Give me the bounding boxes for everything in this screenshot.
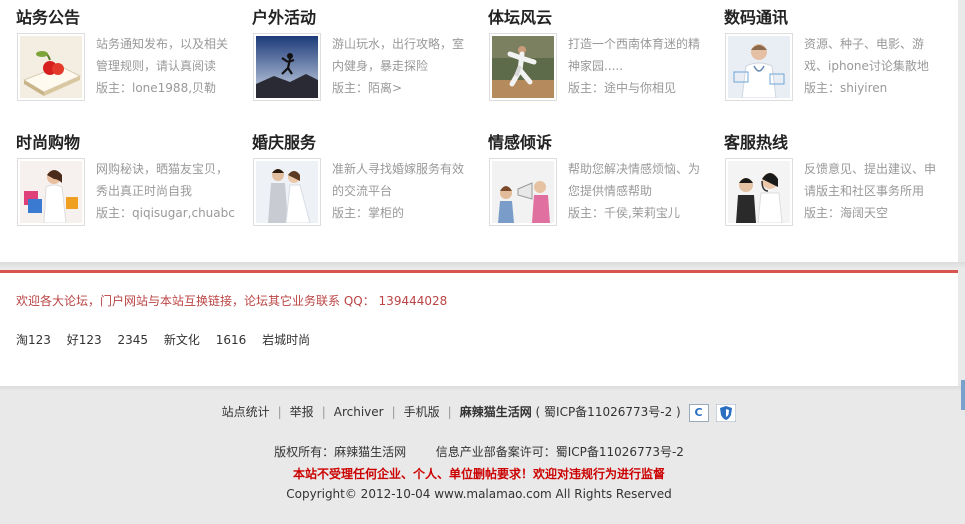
shopping-woman-icon: [20, 161, 82, 223]
desc-line: 请版主和社区事务所用: [804, 184, 925, 198]
desc-line: 帮助您解决情感烦恼、为: [568, 162, 701, 176]
megaphone-people-icon: [492, 161, 554, 223]
panel-divider: [0, 262, 965, 270]
forum-description: 反馈意见、提出建议、申 请版主和社区事务所用 版主：海阔天空: [804, 158, 944, 224]
footer-nav: 站点统计 | 举报 | Archiver | 手机版 | 麻辣猫生活网 ( 蜀ICP备11026…: [0, 403, 958, 422]
copyright-owner: 版权所有：麻辣猫生活网: [274, 445, 407, 459]
baseball-player-icon: [492, 36, 554, 98]
forum-description: 准新人寻找婚嫁服务有效 的交流平台 版主：掌柜的: [332, 158, 472, 224]
forum-item-announcements[interactable]: 站务公告 站务通知发布，以及相关 管理规则，请认真阅读 版主：lone1988,…: [0, 0, 236, 112]
footer-link-stats[interactable]: 站点统计: [222, 405, 270, 419]
separator: |: [277, 405, 282, 419]
license-info[interactable]: 信息产业部备案许可：蜀ICP备11026773号-2: [436, 445, 684, 459]
separator: |: [321, 405, 326, 419]
desc-line: 戏、iphone讨论集散地: [804, 59, 929, 73]
forum-thumbnail[interactable]: [489, 158, 557, 226]
forum-thumbnail[interactable]: [17, 158, 85, 226]
friend-link[interactable]: 2345: [117, 333, 148, 347]
forum-item-wedding[interactable]: 婚庆服务 准新人寻找婚嫁服务有效 的交流平台 版主：掌柜的: [236, 125, 472, 237]
forum-moderator[interactable]: 版主：海阔天空: [804, 202, 944, 224]
forum-moderator[interactable]: 版主：shiyiren: [804, 77, 944, 99]
footer-copyright: Copyright© 2012-10-04 www.malamao.com Al…: [286, 487, 672, 501]
footer-icp[interactable]: ( 蜀ICP备11026773号-2 ): [536, 405, 681, 419]
forum-item-sports[interactable]: 体坛风云 打造一个西南体育迷的精 神家园..... 版主：途中与你相见: [472, 0, 708, 112]
forum-moderator[interactable]: 版主：qiqisugar,chuabc: [96, 202, 236, 224]
forum-title[interactable]: 情感倾诉: [488, 129, 552, 153]
forum-title[interactable]: 体坛风云: [488, 4, 552, 28]
desc-line: 您提供情感帮助: [568, 184, 653, 198]
desc-line: 神家园.....: [568, 59, 624, 73]
desc-line: 内健身，暴走探险: [332, 59, 429, 73]
doctor-screen-icon: [728, 36, 790, 98]
forum-thumbnail[interactable]: [725, 33, 793, 101]
forum-grid-panel: 站务公告 站务通知发布，以及相关 管理规则，请认真阅读 版主：lone1988,…: [0, 0, 958, 262]
desc-line: 管理规则，请认真阅读: [96, 59, 217, 73]
forum-title[interactable]: 客服热线: [724, 129, 788, 153]
forum-thumbnail[interactable]: [489, 33, 557, 101]
wedding-couple-icon: [256, 161, 318, 223]
jumping-person-icon: [256, 36, 318, 98]
footer-link-report[interactable]: 举报: [290, 405, 314, 419]
qq-number: 139444028: [378, 294, 448, 308]
desc-line: 打造一个西南体育迷的精: [568, 37, 701, 51]
desc-line: 秀出真正时尚自我: [96, 184, 193, 198]
friend-links-list: 淘123 好123 2345 新文化 1616 岩城时尚: [16, 331, 322, 348]
cnzz-badge-icon[interactable]: C: [688, 403, 709, 422]
forum-moderator[interactable]: 版主：lone1988,贝勒: [96, 77, 236, 99]
desc-line: 资源、种子、电影、游: [804, 37, 925, 51]
desc-line: 游山玩水，出行攻略，室: [332, 37, 465, 51]
forum-description: 资源、种子、电影、游 戏、iphone讨论集散地 版主：shiyiren: [804, 33, 944, 99]
forum-item-fashion[interactable]: 时尚购物 网购秘诀，晒猫友宝贝， 秀出真正时尚自我 版主：qiqisugar,c…: [0, 125, 236, 237]
forum-thumbnail[interactable]: [253, 33, 321, 101]
panel-divider: [0, 386, 965, 392]
forum-description: 帮助您解决情感烦恼、为 您提供情感帮助 版主：千侯,茉莉宝儿: [568, 158, 708, 224]
friend-links-panel: 欢迎各大论坛，门户网站与本站互换链接，论坛其它业务联系 QQ： 13944402…: [0, 270, 958, 386]
forum-item-emotion[interactable]: 情感倾诉 帮助您解决情感烦恼、为 您提供情感帮助 版主：千侯,茉莉宝儿: [472, 125, 708, 237]
forum-moderator[interactable]: 版主：途中与你相见: [568, 77, 708, 99]
footer-link-archiver[interactable]: Archiver: [334, 405, 384, 419]
forum-title[interactable]: 时尚购物: [16, 129, 80, 153]
forum-title[interactable]: 户外活动: [252, 4, 316, 28]
forum-title[interactable]: 站务公告: [16, 4, 80, 28]
forum-title[interactable]: 婚庆服务: [252, 129, 316, 153]
desc-line: 反馈意见、提出建议、申: [804, 162, 937, 176]
footer-copyright-owner-line: 版权所有：麻辣猫生活网 信息产业部备案许可：蜀ICP备11026773号-2: [0, 443, 958, 460]
forum-moderator[interactable]: 版主：陌离>: [332, 77, 472, 99]
forum-thumbnail[interactable]: [725, 158, 793, 226]
link-exchange-notice: 欢迎各大论坛，门户网站与本站互换链接，论坛其它业务联系 QQ： 13944402…: [16, 292, 447, 309]
book-apple-icon: [20, 36, 82, 98]
footer-site-name[interactable]: 麻辣猫生活网: [460, 405, 532, 419]
notice-text: 欢迎各大论坛，门户网站与本站互换链接，论坛其它业务联系 QQ：: [16, 294, 375, 308]
desc-line: 站务通知发布，以及相关: [96, 37, 229, 51]
footer-link-mobile[interactable]: 手机版: [404, 405, 440, 419]
forum-thumbnail[interactable]: [253, 158, 321, 226]
friend-link[interactable]: 1616: [216, 333, 247, 347]
forum-description: 站务通知发布，以及相关 管理规则，请认真阅读 版主：lone1988,贝勒: [96, 33, 236, 99]
desc-line: 准新人寻找婚嫁服务有效: [332, 162, 465, 176]
desc-line: 的交流平台: [332, 184, 393, 198]
forum-description: 网购秘诀，晒猫友宝贝， 秀出真正时尚自我 版主：qiqisugar,chuabc: [96, 158, 236, 224]
separator: |: [447, 405, 452, 419]
friend-link[interactable]: 淘123: [16, 333, 51, 347]
friend-link[interactable]: 好123: [67, 333, 102, 347]
friend-link[interactable]: 岩城时尚: [262, 333, 310, 347]
desc-line: 网购秘诀，晒猫友宝贝，: [96, 162, 229, 176]
forum-item-outdoor[interactable]: 户外活动 游山玩水，出行攻略，室 内健身，暴走探险 版主：陌离>: [236, 0, 472, 112]
forum-description: 打造一个西南体育迷的精 神家园..... 版主：途中与你相见: [568, 33, 708, 99]
forum-item-service[interactable]: 客服热线 反馈意见、提出建议、申 请版主和社区事务所用 版主：海阔天空: [708, 125, 944, 237]
forum-description: 游山玩水，出行攻略，室 内健身，暴走探险 版主：陌离>: [332, 33, 472, 99]
forum-moderator[interactable]: 版主：掌柜的: [332, 202, 472, 224]
forum-moderator[interactable]: 版主：千侯,茉莉宝儿: [568, 202, 708, 224]
scrollbar-edge[interactable]: [961, 380, 965, 410]
friend-link[interactable]: 新文化: [164, 333, 200, 347]
forum-item-digital[interactable]: 数码通讯 资源、种子、电影、游 戏、iphone讨论集散地 版主：shiyire…: [708, 0, 944, 112]
security-shield-icon[interactable]: [715, 403, 737, 422]
separator: |: [391, 405, 396, 419]
forum-title[interactable]: 数码通讯: [724, 4, 788, 28]
headset-operators-icon: [728, 161, 790, 223]
forum-thumbnail[interactable]: [17, 33, 85, 101]
footer-warning: 本站不受理任何企业、个人、单位删帖要求！欢迎对违规行为进行监督: [292, 467, 665, 481]
